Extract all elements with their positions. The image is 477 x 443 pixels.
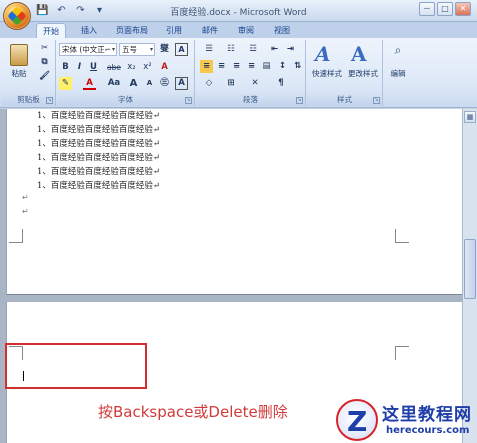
margin-corner-mark	[9, 229, 23, 243]
ribbon-tabs: 开始 插入 页面布局 引用 邮件 审阅 视图	[0, 22, 477, 38]
maximize-button[interactable]: □	[437, 2, 453, 16]
strikethrough-button[interactable]: abe	[105, 61, 123, 74]
font-color-icon[interactable]: A	[83, 77, 96, 90]
tab-page-layout[interactable]: 页面布局	[110, 23, 154, 38]
tab-mailings[interactable]: 邮件	[196, 23, 224, 38]
page-1[interactable]: 1、百度经验百度经验百度经验↵ 1、百度经验百度经验百度经验↵ 1、百度经验百度…	[6, 109, 462, 295]
line-spacing-icon[interactable]: ↕	[276, 60, 289, 73]
align-left-icon[interactable]: ≡	[200, 60, 213, 73]
font-name-value: 宋体 (中文正⌐	[62, 45, 112, 54]
watermark-title: 这里教程网	[382, 405, 472, 425]
paste-label[interactable]: 粘贴	[6, 68, 32, 79]
clear-format-icon[interactable]: A	[158, 61, 171, 74]
tab-references[interactable]: 引用	[160, 23, 188, 38]
grow-font-icon[interactable]: A	[127, 77, 140, 90]
binoculars-icon[interactable]: ⌕	[390, 43, 406, 59]
align-right-icon[interactable]: ≡	[230, 60, 243, 73]
char-border-icon[interactable]: A	[175, 43, 188, 56]
vertical-scrollbar[interactable]: ▦	[462, 109, 477, 443]
multilevel-list-icon[interactable]: ☲	[244, 43, 262, 56]
underline-button[interactable]: U	[87, 61, 100, 74]
justify-icon[interactable]: ≡	[245, 60, 258, 73]
group-editing: ⌕ 编辑	[384, 40, 412, 106]
paragraph-mark: ↵	[22, 207, 29, 216]
highlight-box	[5, 343, 147, 389]
doc-line[interactable]: 1、百度经验百度经验百度经验↵	[37, 180, 160, 193]
quick-styles-label[interactable]: 快速样式	[309, 68, 345, 79]
distributed-icon[interactable]: ▤	[260, 60, 273, 73]
margin-corner-mark	[395, 346, 409, 360]
doc-line[interactable]: 1、百度经验百度经验百度经验↵	[37, 124, 160, 137]
italic-button[interactable]: I	[73, 61, 86, 74]
ribbon: 粘贴 ✂ ⧉ 🖌 剪贴板 ↘ 宋体 (中文正⌐ ▾ 五号 ▾ 燮 A B I U a…	[0, 38, 477, 108]
minimize-button[interactable]: －	[419, 2, 435, 16]
shading-icon[interactable]: ◇	[200, 77, 218, 90]
font-size-combo[interactable]: 五号 ▾	[119, 43, 155, 56]
paste-icon[interactable]	[10, 44, 28, 66]
group-paragraph: ☰ ☷ ☲ ⇤ ⇥ ≡ ≡ ≡ ≡ ▤ ↕ ⇅ ◇ ⊞ ✕ ¶ 段落 ↘	[196, 40, 306, 106]
margin-corner-mark	[395, 229, 409, 243]
decrease-indent-icon[interactable]: ⇤	[268, 43, 281, 56]
increase-indent-icon[interactable]: ⇥	[284, 43, 297, 56]
char-shading-icon[interactable]: A	[175, 77, 188, 90]
change-styles-label[interactable]: 更改样式	[345, 68, 381, 79]
group-clipboard: 粘贴 ✂ ⧉ 🖌 剪贴板 ↘	[2, 40, 56, 106]
group-label-paragraph: 段落	[196, 94, 305, 106]
office-button[interactable]	[3, 2, 31, 30]
enclose-char-icon[interactable]: ㊂	[158, 77, 171, 90]
copy-icon[interactable]: ⧉	[38, 56, 51, 69]
group-label-styles: 样式	[307, 94, 382, 106]
bold-button[interactable]: B	[59, 61, 72, 74]
font-size-value: 五号	[122, 45, 137, 54]
font-name-combo[interactable]: 宋体 (中文正⌐ ▾	[59, 43, 117, 56]
office-logo-icon	[7, 6, 27, 26]
paragraph-launcher-icon[interactable]: ↘	[296, 97, 303, 104]
doc-line[interactable]: 1、百度经验百度经验百度经验↵	[37, 110, 160, 123]
watermark-url: herecours.com	[386, 425, 470, 436]
doc-line[interactable]: 1、百度经验百度经验百度经验↵	[37, 166, 160, 179]
scroll-thumb[interactable]	[464, 239, 476, 299]
shrink-font-icon[interactable]: A	[143, 77, 156, 90]
font-launcher-icon[interactable]: ↘	[185, 97, 192, 104]
tab-insert[interactable]: 插入	[74, 23, 104, 38]
clipboard-launcher-icon[interactable]: ↘	[46, 97, 53, 104]
show-marks-icon[interactable]: ¶	[272, 77, 290, 90]
group-label-font: 字体	[57, 94, 194, 106]
format-painter-icon[interactable]: 🖌	[38, 70, 51, 83]
title-bar: 💾 ↶ ↷ ▾ 百度经验.docx - Microsoft Word － □ ✕	[0, 0, 477, 22]
ruler-toggle-icon[interactable]: ▦	[464, 111, 476, 123]
tab-view[interactable]: 视图	[268, 23, 296, 38]
close-button[interactable]: ✕	[455, 2, 471, 16]
superscript-button[interactable]: x²	[141, 61, 154, 74]
document-area: 1、百度经验百度经验百度经验↵ 1、百度经验百度经验百度经验↵ 1、百度经验百度…	[0, 109, 462, 443]
watermark-badge-icon: Z	[336, 399, 378, 441]
quick-styles-icon[interactable]: A	[315, 42, 331, 66]
window-controls: － □ ✕	[419, 2, 471, 16]
watermark-logo: Z 这里教程网 herecours.com	[336, 398, 477, 443]
doc-line[interactable]: 1、百度经验百度经验百度经验↵	[37, 138, 160, 151]
styles-launcher-icon[interactable]: ↘	[373, 97, 380, 104]
editing-label[interactable]: 编辑	[384, 68, 412, 79]
window-title: 百度经验.docx - Microsoft Word	[170, 8, 307, 18]
cut-icon[interactable]: ✂	[38, 42, 51, 55]
align-center-icon[interactable]: ≡	[215, 60, 228, 73]
chinese-layout-icon[interactable]: ✕	[246, 77, 264, 90]
group-styles: A A 快速样式 更改样式 样式 ↘	[307, 40, 383, 106]
borders-icon[interactable]: ⊞	[222, 77, 240, 90]
subscript-button[interactable]: x₂	[125, 61, 138, 74]
highlight-color-icon[interactable]: ✎	[59, 77, 72, 90]
sort-icon[interactable]: ⇅	[291, 60, 304, 73]
change-styles-icon[interactable]: A	[351, 42, 367, 66]
numbering-icon[interactable]: ☷	[222, 43, 240, 56]
tab-review[interactable]: 审阅	[232, 23, 260, 38]
doc-line[interactable]: 1、百度经验百度经验百度经验↵	[37, 152, 160, 165]
group-font: 宋体 (中文正⌐ ▾ 五号 ▾ 燮 A B I U abe x₂ x² A ✎ A …	[57, 40, 195, 106]
phonetic-guide-icon[interactable]: 燮	[158, 43, 171, 56]
instruction-text: 按Backspace或Delete删除	[98, 403, 288, 421]
paragraph-mark: ↵	[22, 193, 29, 202]
tab-home[interactable]: 开始	[36, 23, 66, 38]
change-case-icon[interactable]: Aa	[105, 77, 123, 90]
bullets-icon[interactable]: ☰	[200, 43, 218, 56]
